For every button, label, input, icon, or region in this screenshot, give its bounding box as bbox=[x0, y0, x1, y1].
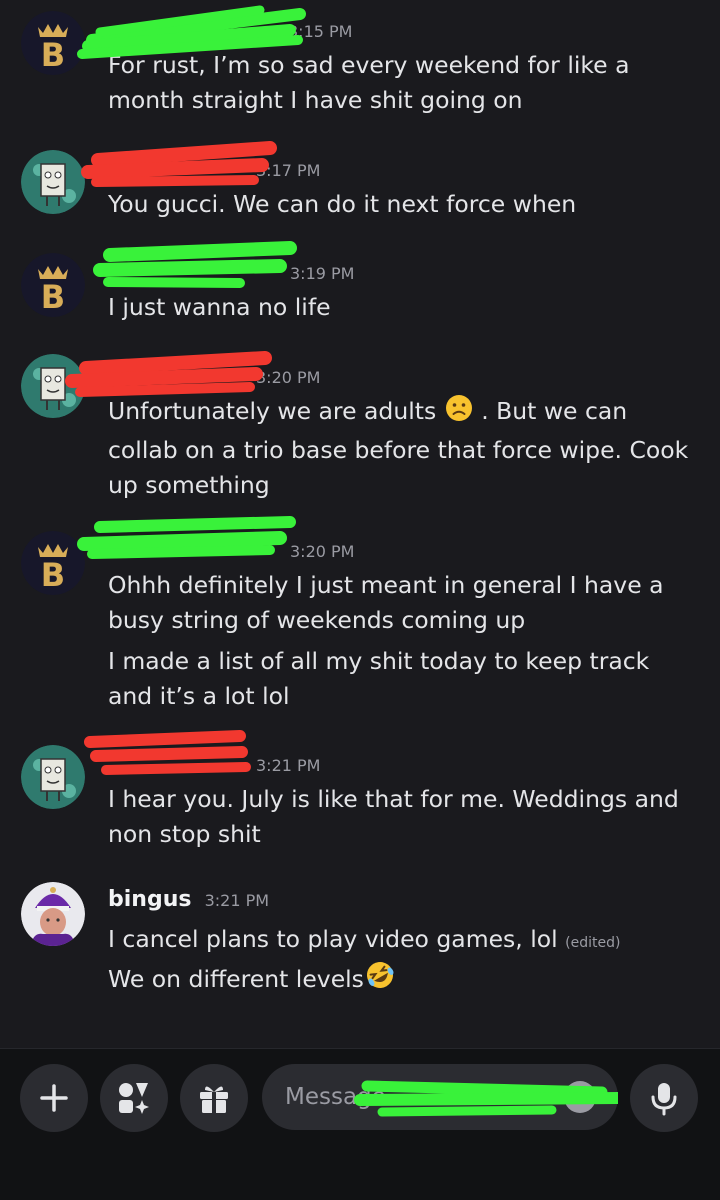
message-text: We on different levels bbox=[108, 959, 698, 1001]
message-text: Unfortunately we are adults . But we can… bbox=[108, 393, 698, 503]
message-text: I cancel plans to play video games, lol … bbox=[108, 922, 698, 961]
king-avatar[interactable] bbox=[21, 882, 85, 946]
svg-text:B: B bbox=[41, 556, 65, 594]
plus-icon bbox=[40, 1084, 68, 1112]
message-text-part: We on different levels bbox=[108, 965, 364, 993]
message-input[interactable]: Message bbox=[262, 1064, 618, 1130]
message-text-part: Unfortunately we are adults bbox=[108, 397, 437, 425]
message-text-part: I cancel plans to play video games, lol bbox=[108, 925, 558, 953]
message-text: You gucci. We can do it next force when bbox=[108, 190, 577, 218]
mic-button[interactable] bbox=[630, 1064, 698, 1132]
timestamp: 3:19 PM bbox=[290, 264, 355, 283]
message-text: I hear you. July is like that for me. We… bbox=[108, 785, 679, 848]
message-text: Ohhh definitely I just meant in general … bbox=[108, 571, 664, 634]
apps-icon bbox=[119, 1083, 149, 1114]
rolling-on-floor-laughing-emoji bbox=[364, 959, 396, 1001]
timestamp: 3:20 PM bbox=[290, 542, 355, 561]
timestamp: 3:20 PM bbox=[256, 368, 321, 387]
doodlebob-avatar[interactable] bbox=[21, 745, 85, 809]
gift-button[interactable] bbox=[180, 1064, 248, 1132]
timestamp: 3:21 PM bbox=[256, 756, 321, 775]
message-text: For rust, I’m so sad every weekend for l… bbox=[108, 51, 630, 114]
svg-text:B: B bbox=[41, 278, 65, 316]
svg-text:B: B bbox=[41, 36, 65, 74]
mic-icon bbox=[651, 1083, 677, 1116]
slightly-frowning-face-emoji bbox=[444, 393, 474, 433]
gift-icon bbox=[200, 1086, 228, 1113]
doodlebob-avatar[interactable] bbox=[21, 354, 85, 418]
timestamp: 3:21 PM bbox=[204, 891, 270, 910]
crown-b-avatar[interactable]: B bbox=[21, 531, 85, 595]
crown-b-avatar[interactable]: B bbox=[21, 11, 85, 75]
message-text: I made a list of all my shit today to ke… bbox=[108, 647, 650, 710]
apps-button[interactable] bbox=[100, 1064, 168, 1132]
redaction-scribble bbox=[354, 1080, 618, 1117]
timestamp: 3:15 PM bbox=[288, 22, 353, 41]
username[interactable]: bingus bbox=[108, 887, 191, 912]
plus-button[interactable] bbox=[20, 1064, 88, 1132]
crown-b-avatar[interactable]: B bbox=[21, 253, 85, 317]
timestamp: 3:17 PM bbox=[256, 161, 321, 180]
message-feed[interactable]: B 3:15 PM For rust, I’m so sad every wee… bbox=[0, 0, 720, 1048]
edited-label: (edited) bbox=[565, 935, 621, 951]
message-text: I just wanna no life bbox=[108, 293, 331, 321]
doodlebob-avatar[interactable] bbox=[21, 150, 85, 214]
